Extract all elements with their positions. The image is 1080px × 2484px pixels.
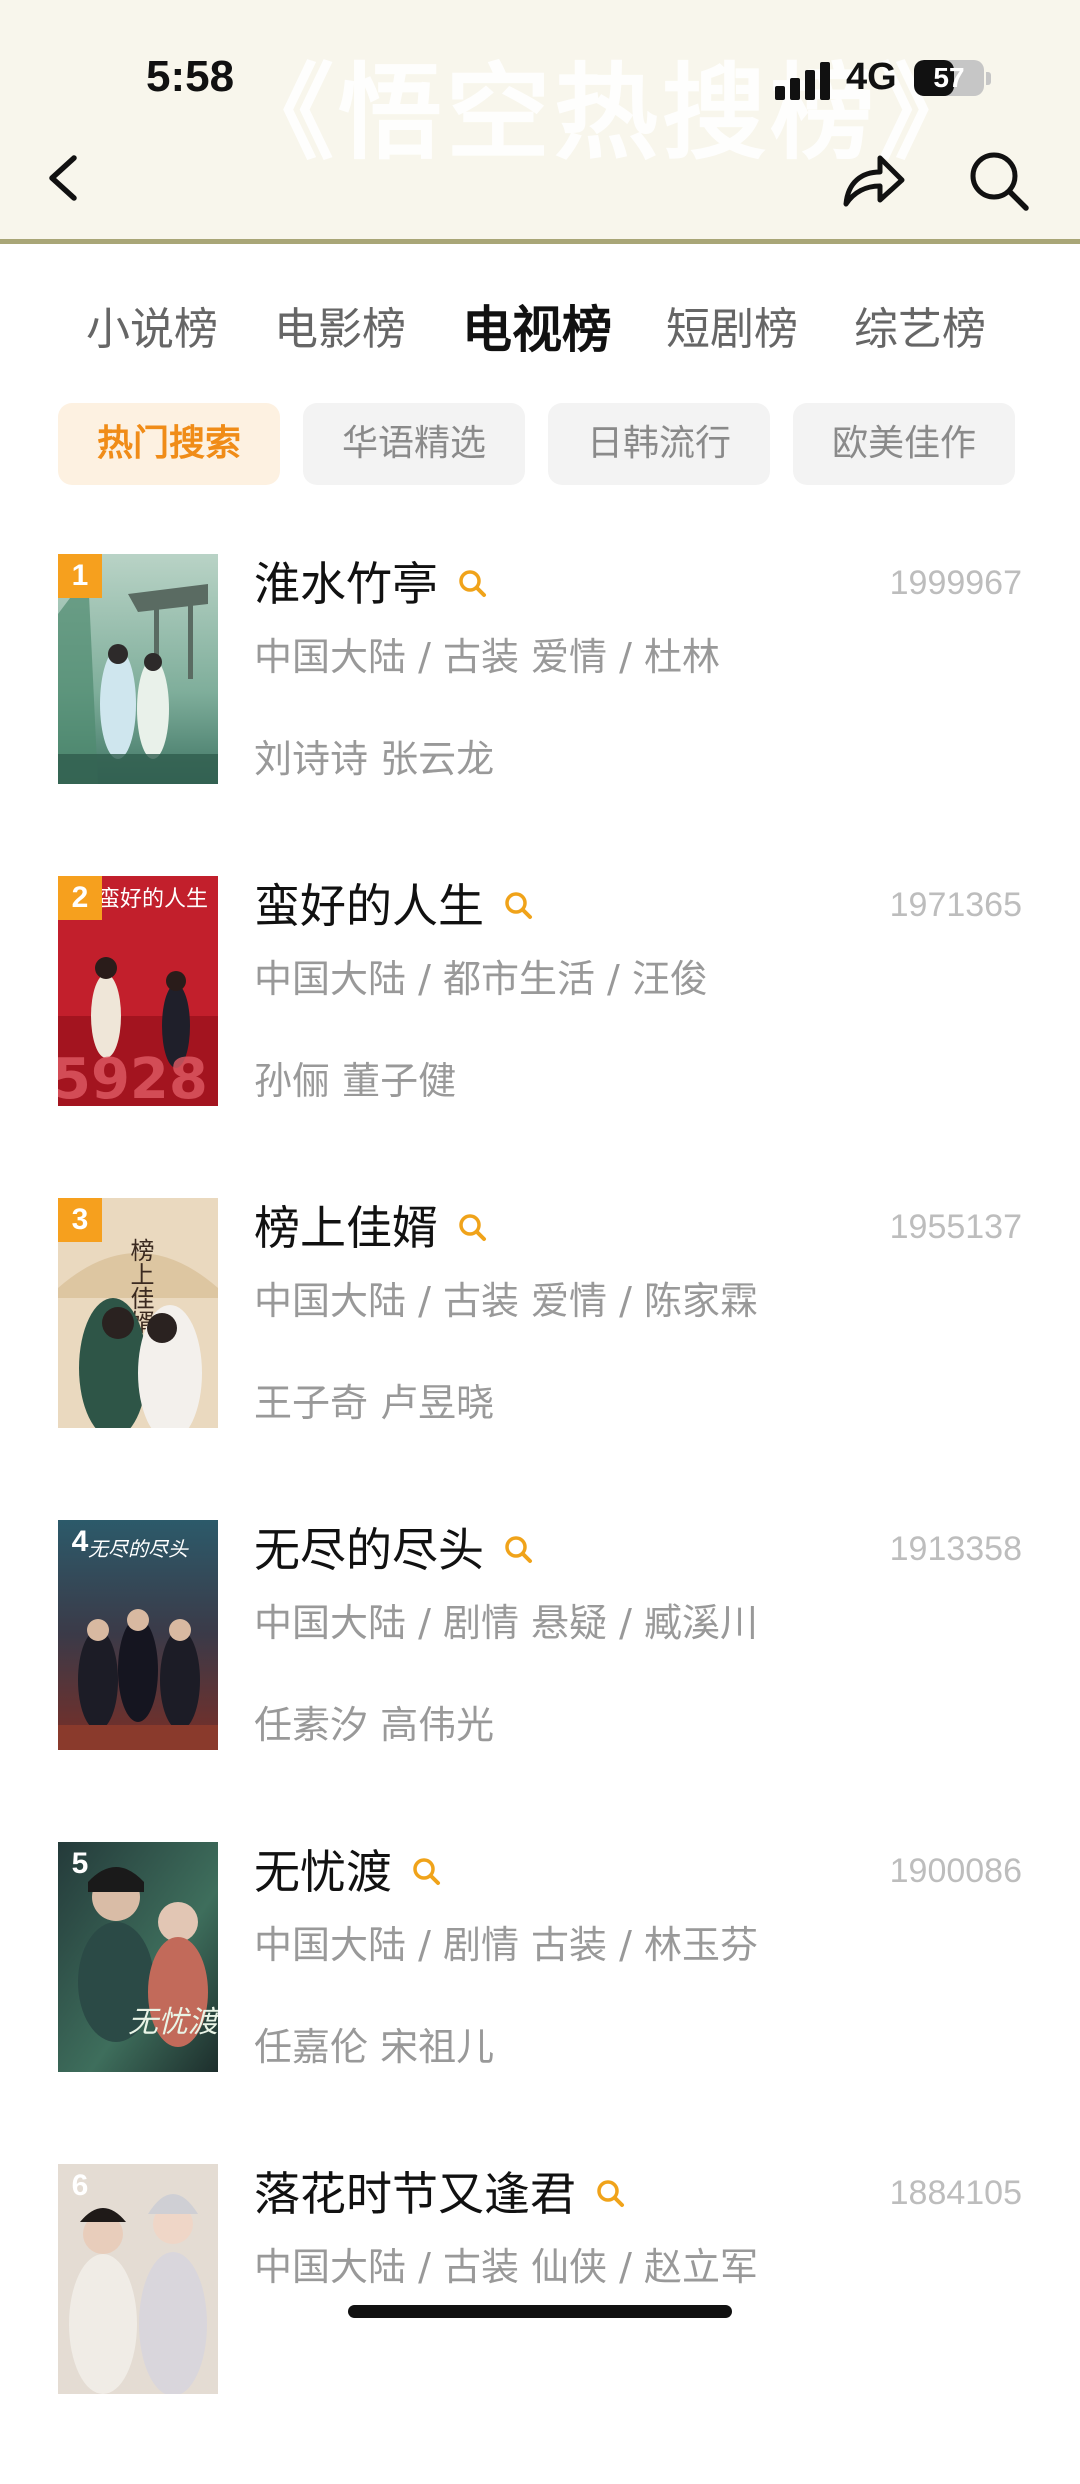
item-title[interactable]: 淮水竹亭 [254,552,438,616]
battery-tip [986,72,991,85]
heat-score: 1884105 [889,2174,1022,2212]
list-item[interactable]: 蛮好的人生 5928 2 蛮好的人生 1971365 中国大陆 / 都市生活 /… [0,874,1080,1196]
search-icon[interactable] [502,889,536,923]
rank-badge: 4 [71,1525,89,1558]
item-title[interactable]: 无尽的尽头 [254,1518,484,1582]
battery-icon: 57 [914,60,984,96]
search-icon[interactable] [594,2177,628,2211]
search-icon[interactable] [410,1855,444,1889]
svg-text:5928: 5928 [58,1047,208,1106]
filter-chips: 热门搜索 华语精选 日韩流行 欧美佳作 [0,403,1080,485]
status-time: 5:58 [146,52,235,101]
share-arrow-icon [843,155,905,207]
list-item[interactable]: 6 落花时节又逢君 1884105 中国大陆 / 古装 仙侠 / 赵立军 [0,2162,1080,2484]
network-type: 4G [846,56,897,98]
title-row: 淮水竹亭 [254,552,490,616]
ranking-list: 1 淮水竹亭 1999967 中国大陆 / 古装 爱情 / 杜林 刘诗诗 张云龙… [0,552,1080,2484]
title-row: 无忧渡 [254,1840,444,1904]
heat-score: 1971365 [889,886,1022,924]
rank-badge: 6 [71,2169,89,2202]
title-row: 蛮好的人生 [254,874,536,938]
tab-variety[interactable]: 综艺榜 [854,290,986,370]
list-item[interactable]: 榜上佳婿 3 榜上佳婿 1955137 中国大陆 / 古装 爱情 / 陈家霖 王… [0,1196,1080,1518]
poster-title-text: 无尽的尽头 [88,1537,189,1561]
heat-score: 1999967 [889,564,1022,602]
item-title[interactable]: 榜上佳婿 [254,1196,438,1260]
poster-image[interactable]: 无忧渡 5 [58,1842,218,2072]
item-meta: 中国大陆 / 剧情 悬疑 / 臧溪川 [254,1601,759,1645]
search-icon [970,152,1029,211]
item-cast: 孙俪 董子健 [254,1059,457,1103]
chevron-left-icon [49,155,77,201]
rank-badge: 5 [71,1847,89,1880]
item-meta: 中国大陆 / 剧情 古装 / 林玉芬 [254,1923,759,1967]
search-icon[interactable] [502,1533,536,1567]
poster-image[interactable]: 6 [58,2164,218,2394]
search-button[interactable] [966,148,1032,214]
chip-hot-search[interactable]: 热门搜索 [58,403,280,485]
list-item[interactable]: 1 淮水竹亭 1999967 中国大陆 / 古装 爱情 / 杜林 刘诗诗 张云龙 [0,552,1080,874]
item-title[interactable]: 蛮好的人生 [254,874,484,938]
item-title[interactable]: 落花时节又逢君 [254,2162,576,2226]
search-icon[interactable] [456,567,490,601]
chip-jp-kr-popular[interactable]: 日韩流行 [548,403,770,485]
list-item[interactable]: 无忧渡 5 无忧渡 1900086 中国大陆 / 剧情 古装 / 林玉芬 任嘉伦… [0,1840,1080,2162]
title-row: 无尽的尽头 [254,1518,536,1582]
rank-badge: 2 [58,876,102,920]
poster-title-text: 蛮好的人生 [98,887,208,912]
poster-image[interactable]: 无尽的尽头 4 [58,1520,218,1750]
chip-western-works[interactable]: 欧美佳作 [793,403,1015,485]
share-button[interactable] [838,148,908,212]
chip-chinese-picks[interactable]: 华语精选 [303,403,525,485]
item-meta: 中国大陆 / 古装 仙侠 / 赵立军 [254,2245,759,2289]
title-row: 落花时节又逢君 [254,2162,628,2226]
back-button[interactable] [40,148,90,208]
item-cast: 任素汐 高伟光 [254,1703,495,1747]
poster-image[interactable]: 蛮好的人生 5928 2 [58,876,218,1106]
rank-badge: 3 [58,1198,102,1242]
tab-novel[interactable]: 小说榜 [86,290,218,370]
item-cast: 刘诗诗 张云龙 [254,737,495,781]
top-header: 《悟空热搜榜》 5:58 4G 57 [0,0,1080,244]
item-meta: 中国大陆 / 古装 爱情 / 杜林 [254,635,721,679]
category-tabs: 小说榜 电影榜 电视榜 短剧榜 综艺榜 [0,290,1080,370]
item-title[interactable]: 无忧渡 [254,1840,392,1904]
poster-image[interactable]: 1 [58,554,218,784]
item-meta: 中国大陆 / 古装 爱情 / 陈家霖 [254,1279,759,1323]
battery-percent: 57 [933,62,965,93]
item-cast: 任嘉伦 宋祖儿 [254,2025,495,2069]
list-item[interactable]: 无尽的尽头 4 无尽的尽头 1913358 中国大陆 / 剧情 悬疑 / 臧溪川… [0,1518,1080,1840]
heat-score: 1955137 [889,1208,1022,1246]
heat-score: 1900086 [889,1852,1022,1890]
cellular-signal-icon [775,62,831,100]
item-cast: 王子奇 卢昱晓 [254,1381,495,1425]
heat-score: 1913358 [889,1530,1022,1568]
title-row: 榜上佳婿 [254,1196,490,1260]
header-watermark-title: 《悟空热搜榜》 [230,52,987,174]
tab-short-drama[interactable]: 短剧榜 [666,290,798,370]
home-indicator[interactable] [348,2305,732,2318]
rank-badge: 1 [58,554,102,598]
poster-title-text: 无忧渡 [128,2005,218,2040]
poster-image[interactable]: 榜上佳婿 3 [58,1198,218,1428]
tab-tv[interactable]: 电视榜 [462,290,612,370]
item-meta: 中国大陆 / 都市生活 / 汪俊 [254,957,708,1001]
tab-movie[interactable]: 电影榜 [274,290,406,370]
search-icon[interactable] [456,1211,490,1245]
